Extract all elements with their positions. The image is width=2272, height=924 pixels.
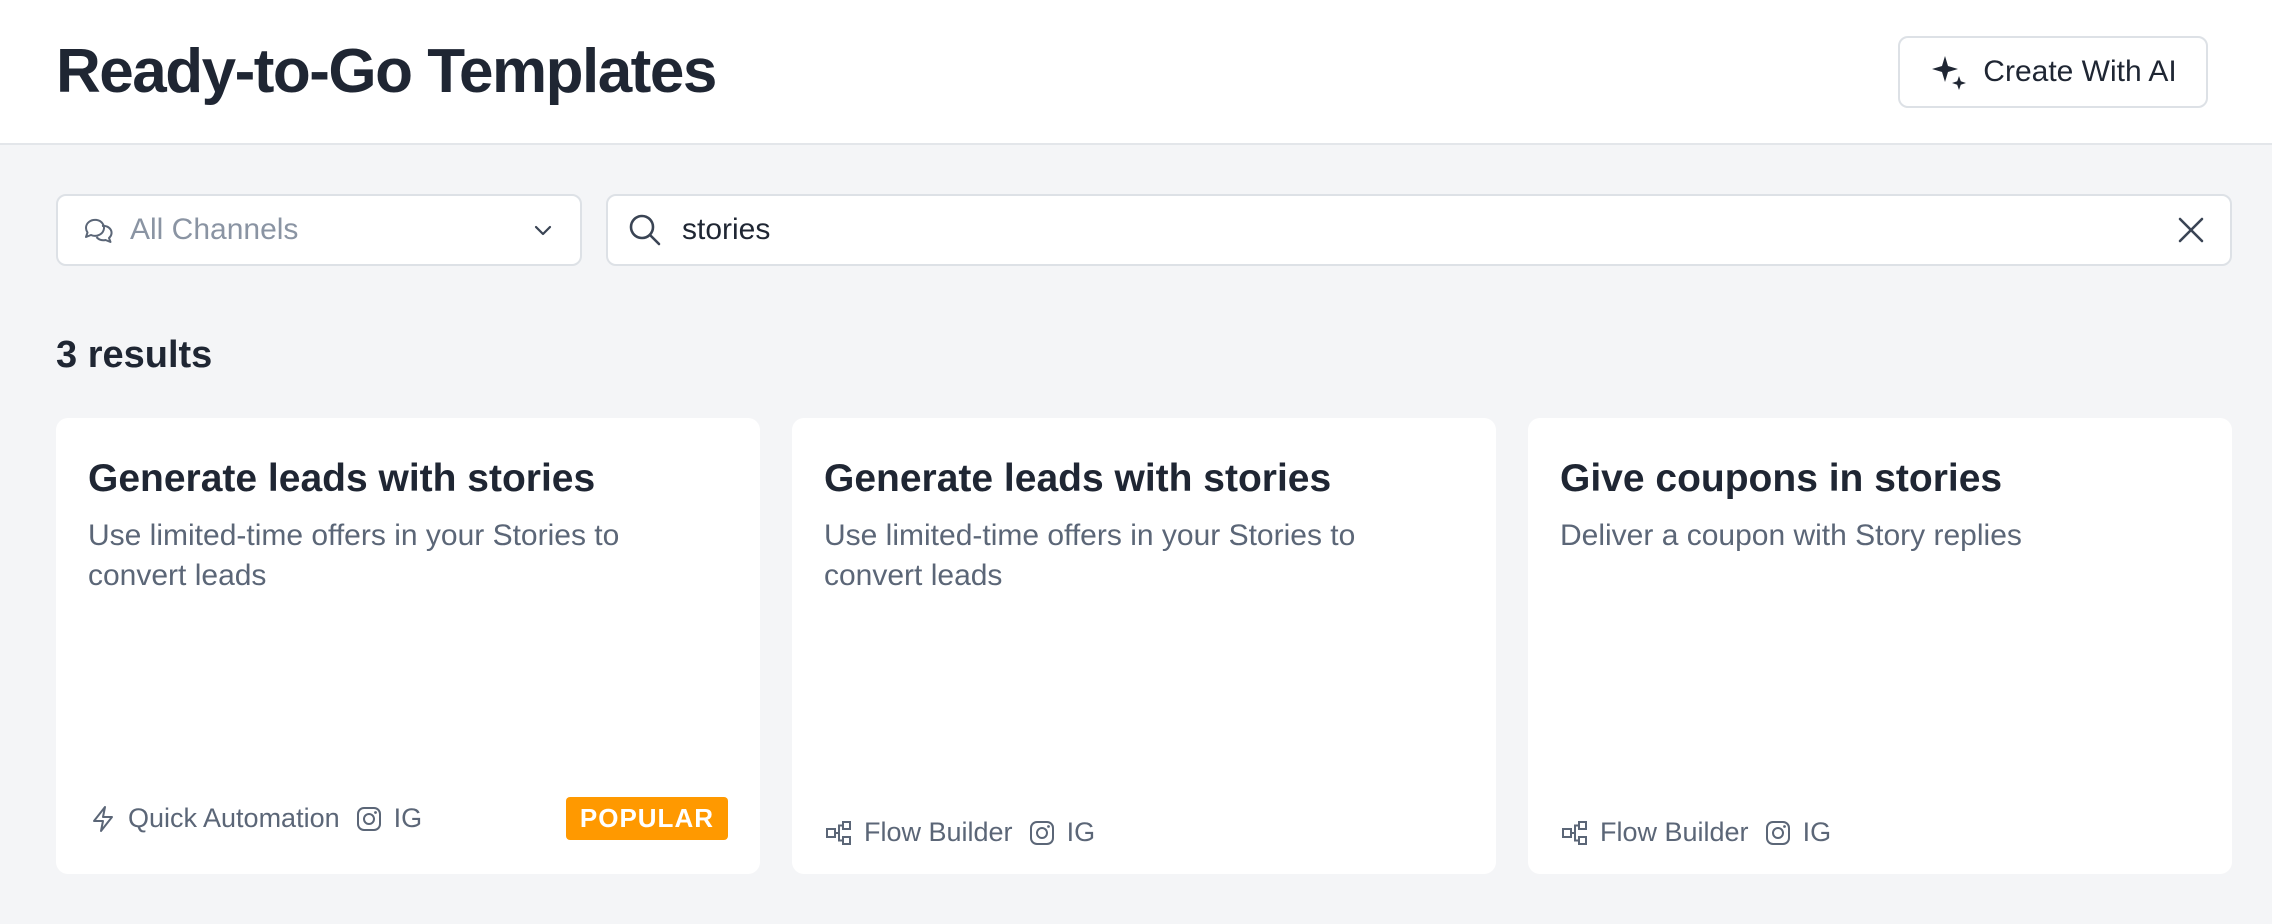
sparkles-icon: [1932, 56, 1967, 90]
template-card[interactable]: Give coupons in stories Deliver a coupon…: [1528, 418, 2232, 874]
popular-badge: POPULAR: [565, 797, 728, 840]
card-channel-label: IG: [1066, 817, 1096, 847]
card-footer: Quick Automation IG POPULAR: [88, 797, 728, 840]
chevron-down-icon: [534, 225, 552, 236]
instagram-icon: [1765, 820, 1790, 845]
flow-builder-icon: [826, 820, 851, 845]
channel-filter-dropdown[interactable]: All Channels: [56, 194, 582, 266]
card-footer: Flow Builder IG: [1560, 817, 2200, 848]
card-type-label: Flow Builder: [864, 817, 1013, 847]
card-description: Use limited-time offers in your Stories …: [88, 519, 620, 592]
chat-bubbles-icon: [84, 218, 113, 243]
create-with-ai-label: Create With AI: [1983, 55, 2177, 88]
create-with-ai-button[interactable]: Create With AI: [1898, 36, 2208, 108]
lightning-icon: [93, 805, 113, 832]
card-type-label: Flow Builder: [1600, 817, 1749, 847]
card-description: Use limited-time offers in your Stories …: [824, 519, 1356, 592]
page-title: Ready-to-Go Templates: [56, 37, 717, 106]
card-channel-label: IG: [1802, 817, 1832, 847]
flow-builder-icon: [1562, 820, 1587, 845]
card-title: Give coupons in stories: [1560, 457, 2003, 500]
search-box: [606, 194, 2232, 266]
results-count: 3 results: [56, 334, 213, 376]
card-description: Deliver a coupon with Story replies: [1560, 519, 2022, 552]
card-channel-label: IG: [393, 803, 423, 833]
template-card[interactable]: Generate leads with stories Use limited-…: [56, 418, 760, 874]
card-title: Generate leads with stories: [88, 457, 596, 500]
instagram-icon: [356, 806, 381, 831]
template-card[interactable]: Generate leads with stories Use limited-…: [792, 418, 1496, 874]
channel-filter-value: All Channels: [130, 213, 299, 246]
instagram-icon: [1029, 820, 1054, 845]
card-footer: Flow Builder IG: [824, 817, 1464, 848]
card-type-label: Quick Automation: [128, 803, 340, 833]
search-icon: [629, 214, 661, 246]
search-input[interactable]: [682, 213, 2176, 247]
card-title: Generate leads with stories: [824, 457, 1332, 500]
page-header: Ready-to-Go Templates Create With AI: [0, 0, 2272, 145]
close-icon[interactable]: [2176, 215, 2206, 245]
